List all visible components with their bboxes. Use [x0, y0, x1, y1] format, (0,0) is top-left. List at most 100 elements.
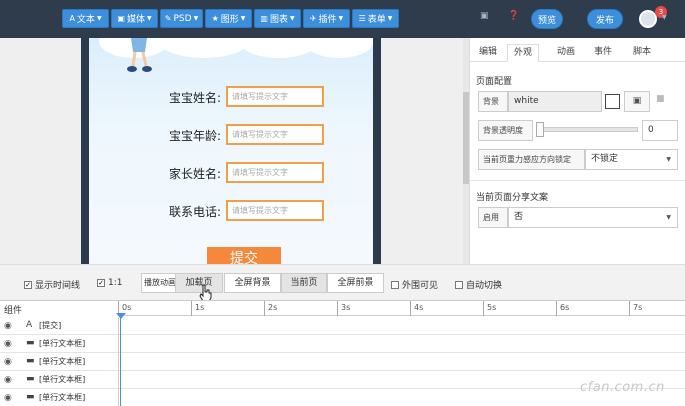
timeline-controls: ✓ 显示时间线 ✓ 1:1 播放动画 加载页 全屏背景 当前页 全屏前景 外围可…: [0, 264, 685, 302]
file-icon: ▬: [26, 374, 35, 384]
media-menu-button[interactable]: ▣ 媒体 ▼: [111, 9, 158, 28]
checkbox-unchecked-icon: [455, 280, 463, 289]
show-timeline-checkbox[interactable]: ✓ 显示时间线: [24, 278, 80, 291]
image-picker-icon[interactable]: ▣: [624, 91, 650, 112]
help-icon[interactable]: ❓: [508, 11, 519, 21]
baby-name-input[interactable]: 请填写提示文字: [226, 86, 324, 107]
divider: [118, 353, 119, 371]
ratio-checkbox[interactable]: ✓ 1:1: [97, 278, 122, 288]
share-enable-value: 否: [514, 212, 524, 222]
bg-opacity-slider[interactable]: [536, 127, 638, 132]
background-value-field[interactable]: white: [508, 91, 602, 112]
baby-age-label: 宝宝年龄:: [168, 129, 221, 143]
chevron-down-icon: ▼: [338, 15, 344, 22]
timeline-ruler[interactable]: 0s 1s 2s 3s 4s 5s 6s 7s: [118, 301, 685, 316]
trash-icon[interactable]: ■: [656, 94, 665, 104]
file-icon: ▬: [26, 392, 35, 402]
eye-icon[interactable]: ◉: [4, 375, 12, 385]
properties-panel: 编辑 外观 动画 事件 脚本 页面配置 背景 white ▣ ■ 背景透明度 0…: [469, 38, 685, 264]
plugin-menu-button[interactable]: ✈ 插件 ▼: [303, 9, 350, 28]
share-title: 当前页面分享文案: [476, 193, 549, 203]
layer-name: [单行文本框]: [39, 393, 86, 402]
tab-edit[interactable]: 编辑: [472, 44, 504, 62]
ratio-label: 1:1: [108, 278, 123, 288]
chevron-down-icon: ▼: [193, 15, 199, 22]
ruler-tick-label: 1s: [195, 303, 205, 312]
watermark: cfan.com.cn: [580, 380, 665, 395]
eye-icon[interactable]: ◉: [4, 357, 12, 367]
chart-menu-label: 图表: [269, 15, 288, 25]
parent-name-input[interactable]: 请填写提示文字: [226, 162, 324, 183]
layer-row[interactable]: ◉ ▬ [单行文本框]: [0, 335, 685, 353]
shape-menu-label: 图形: [220, 15, 239, 25]
auto-switch-checkbox[interactable]: 自动切换: [455, 278, 502, 291]
chevron-down-icon[interactable]: ▼: [662, 14, 667, 21]
slider-handle[interactable]: [536, 122, 544, 137]
ruler-tick-label: 5s: [487, 303, 497, 312]
publish-button[interactable]: 发布: [587, 9, 623, 29]
cloud-decoration: [159, 38, 249, 58]
phone-input[interactable]: 请填写提示文字: [226, 200, 324, 221]
parent-name-label: 家长姓名:: [168, 167, 221, 181]
checkbox-checked-icon: ✓: [97, 279, 105, 287]
chevron-down-icon: ▼: [240, 15, 246, 22]
text-menu-button[interactable]: A 文本 ▼: [62, 9, 109, 28]
share-enable-select[interactable]: 否 ▼: [508, 207, 678, 228]
preview-button[interactable]: 预览: [531, 9, 563, 29]
layer-row[interactable]: ◉ A [提交]: [0, 317, 685, 335]
ruler-tick: [337, 301, 338, 316]
form-menu-label: 表单: [367, 15, 386, 25]
phone-frame: 宝宝姓名: 请填写提示文字 宝宝年龄: 请填写提示文字 家长姓名: 请填写提示文…: [81, 38, 381, 264]
ruler-tick: [410, 301, 411, 316]
ruler-tick-label: 6s: [560, 303, 570, 312]
layer-row[interactable]: ◉ ▬ [单行文本框]: [0, 353, 685, 371]
chart-menu-button[interactable]: ▥ 图表 ▼: [254, 9, 301, 28]
baby-age-input[interactable]: 请填写提示文字: [226, 124, 324, 145]
background-label: 背景: [478, 91, 508, 112]
editor-canvas: 宝宝姓名: 请填写提示文字 宝宝年龄: 请填写提示文字 家长姓名: 请填写提示文…: [0, 38, 463, 264]
bg-opacity-input[interactable]: 0: [642, 120, 678, 141]
play-animation-button[interactable]: 播放动画: [141, 273, 179, 293]
media-menu-label: 媒体: [126, 15, 145, 25]
tab-fullscreen-foreground[interactable]: 全屏前景: [327, 273, 384, 293]
star-icon: ★: [211, 14, 219, 23]
tab-fullscreen-background[interactable]: 全屏背景: [224, 273, 281, 293]
color-swatch[interactable]: [605, 94, 620, 109]
psd-menu-button[interactable]: ✎ PSD ▼: [160, 9, 203, 28]
form-icon: ☰: [358, 14, 366, 23]
tab-animation[interactable]: 动画: [550, 44, 582, 62]
chevron-down-icon: ▼: [289, 15, 295, 22]
playhead-line[interactable]: [120, 316, 121, 406]
phone-screen: 宝宝姓名: 请填写提示文字 宝宝年龄: 请填写提示文字 家长姓名: 请填写提示文…: [89, 38, 373, 264]
playhead-handle[interactable]: [116, 313, 126, 319]
preview-label: 预览: [537, 15, 556, 26]
gravity-lock-select[interactable]: 不锁定 ▼: [585, 149, 678, 170]
ruler-tick: [629, 301, 630, 316]
tab-current-page[interactable]: 当前页: [281, 273, 327, 293]
ruler-tick-label: 3s: [341, 303, 351, 312]
gravity-lock-label: 当前页重力感应方向锁定: [478, 149, 585, 170]
layer-name: [单行文本框]: [39, 375, 86, 384]
eye-icon[interactable]: ◉: [4, 339, 12, 349]
ruler-tick: [556, 301, 557, 316]
plugin-menu-label: 插件: [318, 15, 337, 25]
tab-appearance[interactable]: 外观: [507, 44, 539, 62]
psd-menu-label: PSD: [173, 13, 192, 24]
text-icon: A: [69, 14, 75, 23]
panel-tabs: 编辑 外观 动画 事件 脚本: [470, 44, 685, 62]
tab-script[interactable]: 脚本: [626, 44, 658, 62]
gravity-lock-value: 不锁定: [591, 154, 619, 164]
outside-visible-checkbox[interactable]: 外围可见: [391, 278, 438, 291]
ruler-tick-label: 4s: [414, 303, 424, 312]
tab-events[interactable]: 事件: [587, 44, 619, 62]
trash-icon[interactable]: ▣: [480, 11, 489, 21]
ruler-tick-label: 0s: [122, 303, 132, 312]
checkbox-checked-icon: ✓: [24, 280, 32, 289]
chart-icon: ▥: [260, 14, 268, 23]
eye-icon[interactable]: ◉: [4, 321, 12, 331]
form-menu-button[interactable]: ☰ 表单 ▼: [352, 9, 399, 28]
eye-icon[interactable]: ◉: [4, 393, 12, 403]
shape-menu-button[interactable]: ★ 图形 ▼: [205, 9, 252, 28]
divider: [118, 317, 119, 335]
submit-button[interactable]: 提交: [207, 247, 281, 264]
